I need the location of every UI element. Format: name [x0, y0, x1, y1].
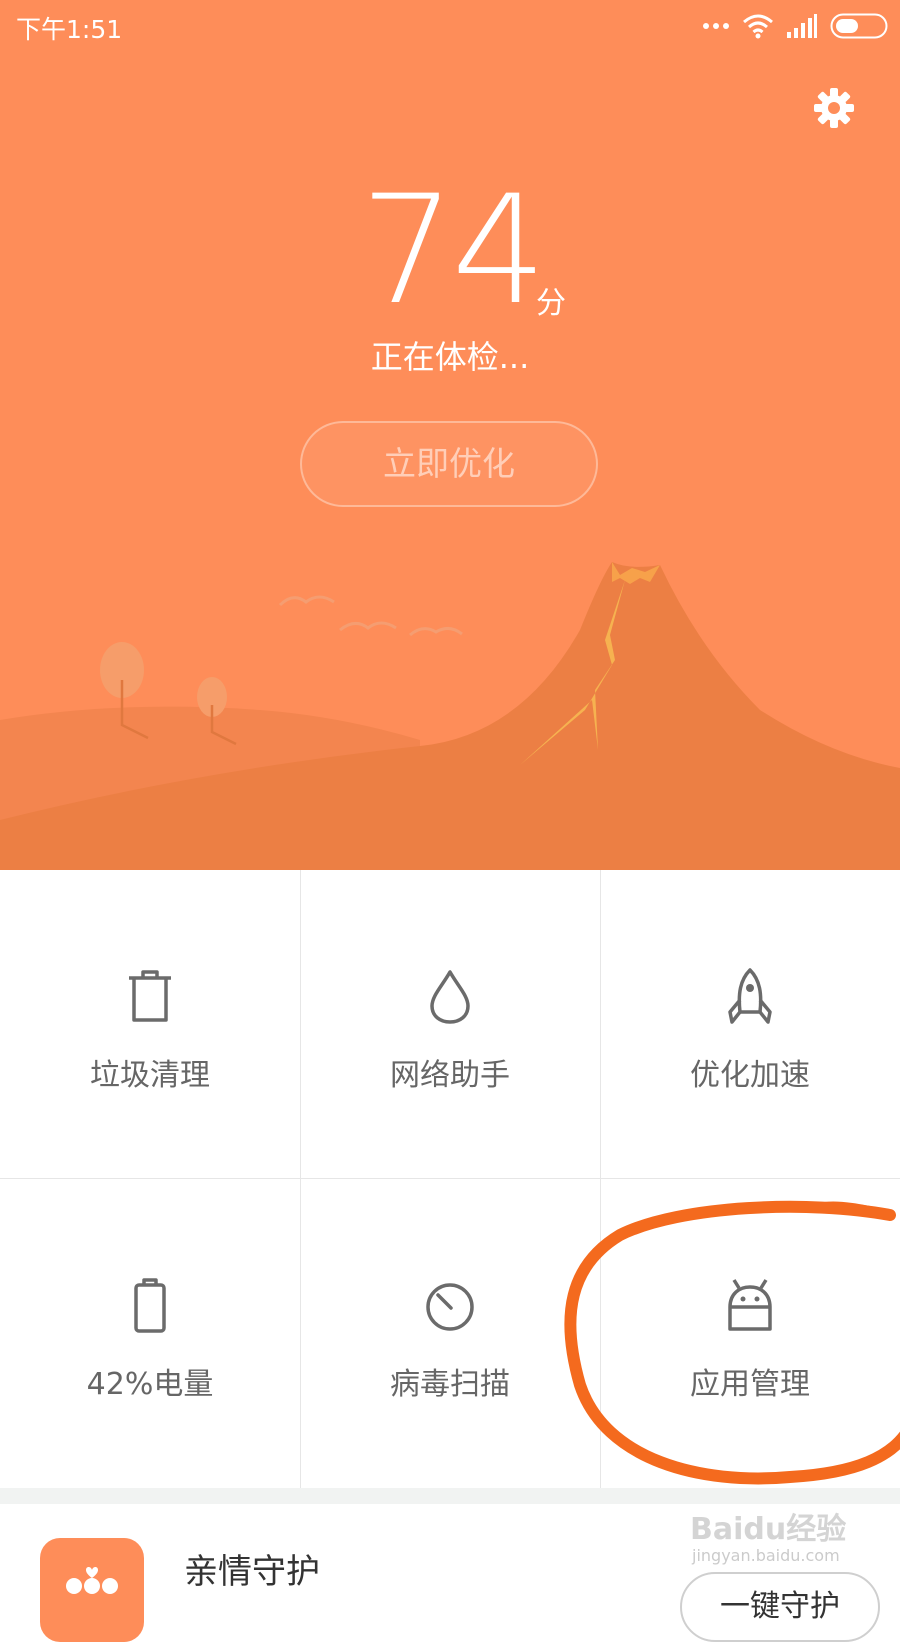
- checkup-status: 正在体检...: [370, 338, 530, 376]
- grid-item-optimize-speed[interactable]: 优化加速: [600, 870, 900, 1179]
- feature-grid: 垃圾清理 网络助手 优化加速 42%电量 病毒扫描 应用管理: [0, 870, 900, 1488]
- grid-item-label: 病毒扫描: [390, 1367, 510, 1402]
- grid-item-label: 42%电量: [86, 1367, 214, 1402]
- optimize-now-button[interactable]: 立即优化: [300, 421, 598, 507]
- score-display: 74 分: [0, 176, 900, 326]
- grid-item-trash-cleanup[interactable]: 垃圾清理: [0, 870, 300, 1179]
- section-separator: [0, 1488, 900, 1504]
- more-dots-icon: [703, 23, 729, 29]
- status-icons: [702, 12, 888, 40]
- android-icon: [728, 1279, 772, 1331]
- status-time: 下午1:51: [16, 15, 123, 44]
- family-guard-title: 亲情守护: [184, 1552, 320, 1592]
- rocket-icon: [728, 968, 772, 1024]
- score-value: 74: [360, 164, 547, 338]
- grid-item-virus-scan[interactable]: 病毒扫描: [300, 1179, 600, 1488]
- battery-icon: [134, 1278, 166, 1333]
- status-bar: 下午1:51: [0, 0, 900, 52]
- settings-gear-icon[interactable]: [812, 86, 856, 130]
- wifi-icon: [743, 14, 773, 39]
- hero-panel: 下午1:51 74 分 正在体检... 立即优化: [0, 0, 900, 870]
- family-icon-glyph: [66, 1567, 118, 1594]
- grid-item-battery[interactable]: 42%电量: [0, 1179, 300, 1488]
- grid-item-label: 优化加速: [690, 1058, 810, 1093]
- grid-item-app-management[interactable]: 应用管理: [600, 1179, 900, 1488]
- virus-scan-icon: [426, 1283, 474, 1331]
- grid-item-label: 网络助手: [390, 1058, 510, 1093]
- volcano-landscape-illustration: [0, 562, 900, 870]
- grid-item-network-assistant[interactable]: 网络助手: [300, 870, 600, 1179]
- family-guard-icon: [40, 1538, 144, 1642]
- trash-icon: [129, 970, 171, 1022]
- score-unit: 分: [536, 286, 566, 321]
- battery-status-icon: [830, 13, 888, 39]
- grid-item-label: 应用管理: [690, 1367, 810, 1402]
- one-key-guard-button[interactable]: 一键守护: [680, 1572, 880, 1642]
- grid-item-label: 垃圾清理: [90, 1058, 210, 1093]
- family-guard-card[interactable]: 亲情守护 一键守护: [0, 1504, 900, 1642]
- signal-icon: [787, 14, 817, 38]
- water-drop-icon: [430, 970, 470, 1024]
